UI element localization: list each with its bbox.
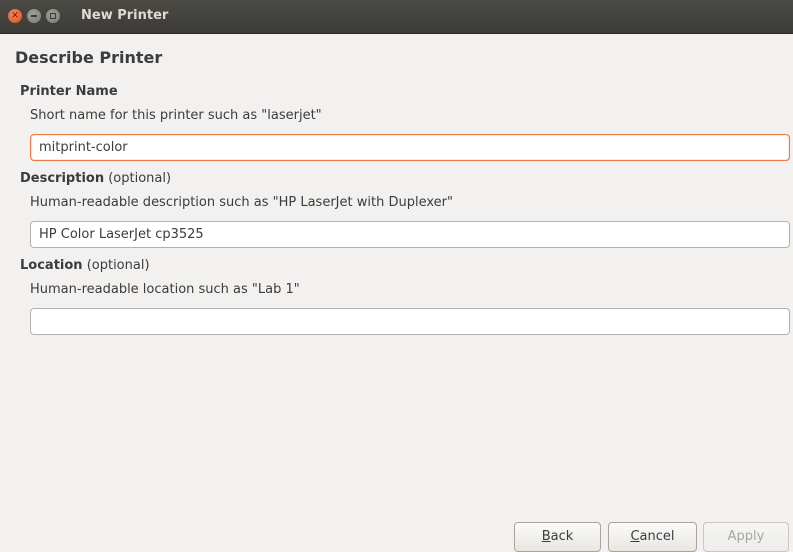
printer-name-hint: Short name for this printer such as "las… [30,108,322,123]
location-optional: (optional) [82,258,150,273]
cancel-label-rest: ancel [639,529,675,544]
window-title: New Printer [81,8,169,23]
description-input[interactable] [30,221,790,248]
description-label: Description (optional) [20,171,171,186]
printer-name-label: Printer Name [20,84,118,99]
printer-name-label-text: Printer Name [20,84,118,99]
description-hint: Human-readable description such as "HP L… [30,195,453,210]
title-bar: ✕ New Printer [0,0,793,34]
page-heading: Describe Printer [15,48,163,67]
close-icon[interactable]: ✕ [8,9,22,23]
description-optional: (optional) [104,171,172,186]
location-hint: Human-readable location such as "Lab 1" [30,282,300,297]
location-input[interactable] [30,308,790,335]
description-label-text: Description [20,171,105,186]
minimize-icon[interactable] [27,9,41,23]
back-label-rest: ack [550,529,574,544]
location-label: Location (optional) [20,258,150,273]
printer-name-input[interactable] [30,134,790,161]
back-mnemonic: B [541,529,551,544]
maximize-icon[interactable] [46,9,60,23]
location-label-text: Location [20,258,83,273]
cancel-mnemonic: C [630,529,640,544]
